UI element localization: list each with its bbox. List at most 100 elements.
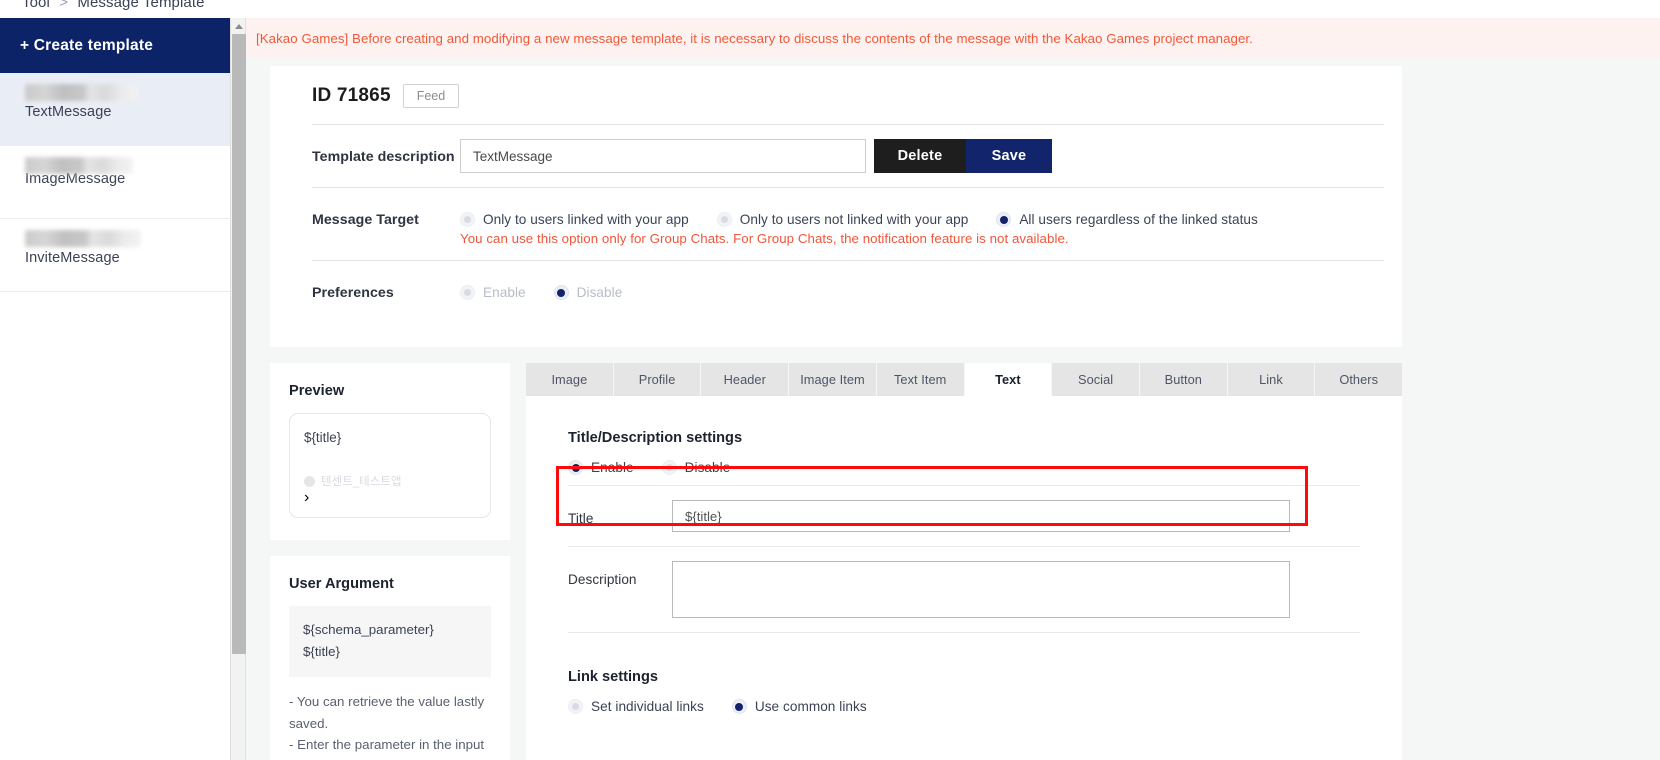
template-description-row: Template description Delete Save [270, 125, 1402, 187]
tab-label: Image [551, 372, 588, 387]
description-field-row: Description [568, 547, 1360, 632]
radio-label: Set individual links [591, 699, 704, 714]
sidebar-item-label: TextMessage [25, 104, 112, 120]
app-root: Tool > Message Template + Create templat… [0, 0, 1660, 760]
radio-icon [460, 285, 475, 300]
user-argument-box: ${schema_parameter} ${title} [289, 606, 491, 678]
app-avatar-icon [304, 475, 315, 487]
title-field-row: Title [568, 486, 1360, 546]
tab-label: Link [1259, 372, 1283, 387]
template-description-label: Template description [312, 149, 455, 165]
scroll-up-arrow-icon[interactable] [231, 18, 247, 34]
radio-icon-selected [553, 285, 569, 300]
template-type-badge: Feed [402, 84, 460, 108]
radio-icon [568, 699, 583, 714]
tab-bar: Image Profile Header Image Item Text Ite… [526, 363, 1403, 396]
radio-use-common-links[interactable]: Use common links [731, 699, 867, 714]
link-settings-options: Set individual links Use common links [568, 697, 1360, 714]
tab-image[interactable]: Image [526, 363, 614, 396]
tab-label: Others [1339, 372, 1379, 387]
save-button[interactable]: Save [966, 139, 1052, 173]
chevron-right-icon: › [304, 489, 310, 506]
tab-label: Text Item [893, 372, 947, 387]
radio-set-individual-links[interactable]: Set individual links [568, 699, 704, 714]
warning-banner-text: [Kakao Games] Before creating and modify… [256, 30, 1253, 46]
description-textarea[interactable] [672, 561, 1290, 618]
tab-others[interactable]: Others [1315, 363, 1403, 396]
radio-label: Disable [576, 285, 623, 300]
template-info-card: ID 71865 Feed Template description Delet… [270, 66, 1402, 347]
tab-text-item[interactable]: Text Item [876, 363, 965, 396]
redacted-thumbnail [25, 84, 137, 101]
radio-icon-selected [996, 212, 1012, 227]
user-argument-line: ${schema_parameter} [303, 622, 434, 637]
radio-label: Enable [483, 285, 526, 300]
link-settings-title: Link settings [568, 669, 659, 685]
message-target-note: You can use this option only for Group C… [460, 231, 1069, 246]
preview-panel: Preview ${title} 텐센트_테스트앱 › [270, 363, 510, 540]
tab-label: Header [723, 372, 766, 387]
tab-label: Profile [638, 372, 676, 387]
vertical-scrollbar[interactable] [230, 18, 246, 760]
sidebar-item-textmessage[interactable]: TextMessage [0, 73, 237, 146]
preview-app-name: 텐센트_테스트앱 [321, 476, 402, 488]
title-description-toggle: Enable Disable [568, 458, 1360, 485]
template-description-input[interactable] [460, 139, 866, 173]
preferences-row: Preferences Enable Disable [270, 261, 1402, 315]
user-argument-line: ${title} [303, 644, 340, 660]
tab-profile[interactable]: Profile [613, 363, 702, 396]
description-field-label: Description [568, 572, 637, 587]
radio-preferences-enable[interactable]: Enable [460, 285, 526, 300]
warning-banner: [Kakao Games] Before creating and modify… [246, 18, 1660, 58]
breadcrumb-root[interactable]: Tool [22, 0, 50, 11]
redacted-thumbnail [25, 157, 133, 174]
create-template-button[interactable]: + Create template [0, 18, 237, 73]
radio-target-all-users[interactable]: All users regardless of the linked statu… [996, 212, 1258, 227]
create-template-label: + Create template [20, 36, 154, 54]
tab-text[interactable]: Text [964, 363, 1053, 396]
tab-button[interactable]: Button [1139, 363, 1228, 396]
radio-label: Enable [591, 460, 634, 475]
lower-section: Preview ${title} 텐센트_테스트앱 › User Argumen… [270, 363, 1660, 760]
radio-label: Disable [684, 460, 731, 475]
radio-icon [661, 460, 677, 475]
radio-target-not-linked[interactable]: Only to users not linked with your app [716, 212, 969, 227]
radio-target-linked[interactable]: Only to users linked with your app [460, 212, 689, 227]
link-settings-section: Link settings Set individual links Use c… [568, 633, 1360, 714]
radio-preferences-disable[interactable]: Disable [553, 285, 623, 300]
message-target-label: Message Target [312, 212, 419, 228]
breadcrumb: Tool > Message Template [22, 0, 205, 11]
tab-image-item[interactable]: Image Item [789, 363, 877, 396]
message-target-options: Only to users linked with your app Only … [460, 202, 1402, 227]
radio-title-enable[interactable]: Enable [568, 460, 634, 475]
delete-button[interactable]: Delete [874, 139, 966, 173]
right-column: Image Profile Header Image Item Text Ite… [526, 363, 1403, 760]
tab-header[interactable]: Header [701, 363, 790, 396]
template-id-row: ID 71865 Feed [270, 80, 1402, 124]
radio-label: Only to users not linked with your app [739, 212, 969, 227]
tab-link[interactable]: Link [1227, 363, 1316, 396]
sidebar-item-invitemessage[interactable]: InviteMessage [0, 219, 237, 292]
title-input[interactable] [672, 500, 1290, 532]
radio-label: All users regardless of the linked statu… [1019, 212, 1258, 227]
sidebar-item-label: InviteMessage [25, 250, 120, 266]
preview-card: ${title} 텐센트_테스트앱 › [289, 413, 491, 518]
tab-label: Social [1077, 372, 1114, 387]
radio-title-disable[interactable]: Disable [661, 460, 731, 475]
main-content: [Kakao Games] Before creating and modify… [246, 18, 1660, 760]
user-argument-panel: User Argument ${schema_parameter} ${titl… [270, 556, 510, 760]
scrollbar-thumb[interactable] [232, 34, 246, 654]
left-column: Preview ${title} 텐센트_테스트앱 › User Argumen… [270, 363, 510, 760]
sidebar-item-imagemessage[interactable]: ImageMessage [0, 146, 237, 219]
tab-social[interactable]: Social [1052, 363, 1140, 396]
text-tab-panel: Title/Description settings Enable Disabl… [526, 396, 1402, 760]
tab-label: Text [995, 372, 1021, 387]
template-id: ID 71865 [312, 85, 391, 106]
sidebar: + Create template TextMessage ImageMessa… [0, 18, 238, 760]
user-argument-help-2: - Enter the parameter in the input field… [289, 737, 485, 760]
preview-title: Preview [289, 383, 345, 399]
message-target-row: Message Target Only to users linked with… [270, 188, 1402, 260]
redacted-thumbnail [25, 230, 141, 247]
radio-icon-selected [731, 699, 747, 714]
tab-label: Button [1164, 372, 1202, 387]
